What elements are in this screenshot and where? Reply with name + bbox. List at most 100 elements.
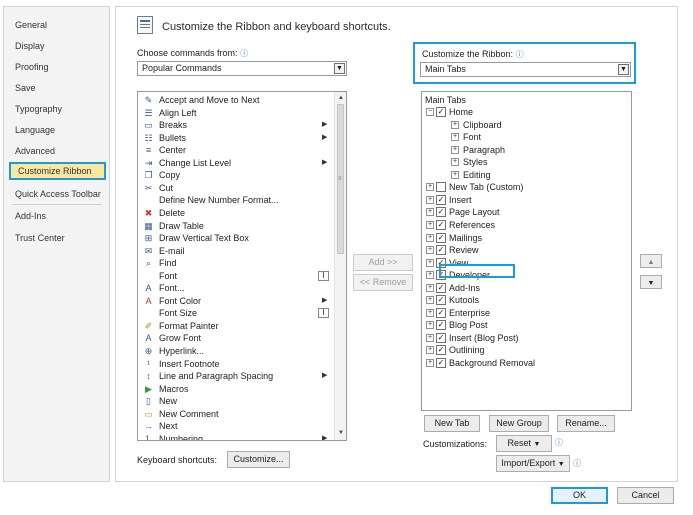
chevron-down-icon[interactable]: ▼ [334, 63, 345, 74]
command-item[interactable]: ✂ Cut [138, 182, 338, 195]
command-item[interactable]: ▯ New [138, 395, 338, 408]
sidebar-item-proofing[interactable]: Proofing [4, 58, 109, 76]
tree-item-new-tab-custom-[interactable]: + New Tab (Custom) [422, 181, 627, 194]
command-item[interactable]: ❐ Copy [138, 169, 338, 182]
command-item[interactable]: ⊞ Draw Vertical Text Box [138, 232, 338, 245]
expand-icon[interactable]: + [426, 308, 434, 317]
new-tab-button[interactable]: New Tab [424, 415, 480, 432]
tree-item-review[interactable]: + ✓ Review [422, 244, 627, 257]
tree-item-clipboard[interactable]: + Clipboard [422, 119, 627, 132]
expand-icon[interactable]: + [451, 120, 459, 129]
tab-checkbox[interactable]: ✓ [436, 282, 446, 293]
sidebar-item-language[interactable]: Language [4, 121, 109, 139]
tab-checkbox[interactable]: ✓ [436, 320, 446, 331]
scroll-up-icon[interactable]: ▲ [337, 94, 345, 103]
command-item[interactable]: ⌕ Find [138, 257, 338, 270]
command-item[interactable]: A Font Color ▶ [138, 295, 338, 308]
import-export-button[interactable]: Import/Export ▼ [496, 455, 570, 472]
sidebar-item-add-ins[interactable]: Add-Ins [4, 207, 109, 225]
tree-item-font[interactable]: + Font [422, 131, 627, 144]
expand-icon[interactable]: + [451, 170, 459, 179]
cancel-button[interactable]: Cancel [617, 487, 674, 504]
tab-checkbox[interactable] [436, 182, 446, 193]
command-item[interactable]: ¹ Insert Footnote [138, 358, 338, 371]
command-item[interactable]: Font I [138, 270, 338, 283]
tree-item-add-ins[interactable]: + ✓ Add-Ins [422, 282, 627, 295]
expand-icon[interactable]: + [426, 246, 434, 255]
command-item[interactable]: A Font... [138, 282, 338, 295]
expand-icon[interactable]: + [426, 333, 434, 342]
expand-icon[interactable]: + [451, 158, 459, 167]
move-up-button[interactable]: ▲ [640, 254, 662, 268]
scroll-down-icon[interactable]: ▼ [337, 429, 345, 438]
sidebar-item-trust-center[interactable]: Trust Center [4, 229, 109, 247]
expand-icon[interactable]: + [426, 346, 434, 355]
command-item[interactable]: ≡ Center [138, 144, 338, 157]
ok-button[interactable]: OK [551, 487, 608, 504]
tree-item-background-removal[interactable]: + ✓ Background Removal [422, 357, 627, 370]
command-item[interactable]: ▭ Breaks ▶ [138, 119, 338, 132]
tab-checkbox[interactable]: ✓ [436, 207, 446, 218]
expand-icon[interactable]: + [451, 145, 459, 154]
expand-icon[interactable]: + [426, 271, 434, 280]
add-button[interactable]: Add >> [353, 254, 413, 271]
move-down-button[interactable]: ▼ [640, 275, 662, 289]
tree-item-references[interactable]: + ✓ References [422, 219, 627, 232]
reset-button[interactable]: Reset ▼ [496, 435, 552, 452]
command-item[interactable]: ▶ Macros [138, 383, 338, 396]
command-item[interactable]: ⊕ Hyperlink... [138, 345, 338, 358]
tab-checkbox[interactable]: ✓ [436, 332, 446, 343]
command-item[interactable]: ✉ E-mail [138, 245, 338, 258]
tree-item-home[interactable]: − ✓ Home [422, 106, 627, 119]
sidebar-item-save[interactable]: Save [4, 79, 109, 97]
expand-icon[interactable]: + [426, 233, 434, 242]
command-item[interactable]: ✖ Delete [138, 207, 338, 220]
rename-button[interactable]: Rename... [557, 415, 615, 432]
command-item[interactable]: ↕ Line and Paragraph Spacing ▶ [138, 370, 338, 383]
command-item[interactable]: ▭ New Comment [138, 408, 338, 421]
expand-icon[interactable]: + [426, 208, 434, 217]
command-item[interactable]: Font Size I [138, 307, 338, 320]
tree-item-enterprise[interactable]: + ✓ Enterprise [422, 307, 627, 320]
tree-item-page-layout[interactable]: + ✓ Page Layout [422, 206, 627, 219]
tree-item-mailings[interactable]: + ✓ Mailings [422, 232, 627, 245]
command-item[interactable]: ▦ Draw Table [138, 220, 338, 233]
expand-icon[interactable]: + [426, 258, 434, 267]
commands-scrollbar[interactable]: ▲ ≡ ▼ [334, 92, 346, 440]
customize-ribbon-select[interactable]: Main Tabs ▼ [420, 62, 631, 77]
tree-item-kutools[interactable]: + ✓ Kutools [422, 294, 627, 307]
expand-icon[interactable]: + [426, 220, 434, 229]
sidebar-item-typography[interactable]: Typography [4, 100, 109, 118]
customize-shortcuts-button[interactable]: Customize... [227, 451, 290, 468]
sidebar-item-quick-access-toolbar[interactable]: Quick Access Toolbar [4, 185, 109, 203]
expand-icon[interactable]: + [426, 283, 434, 292]
tree-item-styles[interactable]: + Styles [422, 156, 627, 169]
tab-checkbox[interactable]: ✓ [436, 107, 446, 117]
sidebar-item-display[interactable]: Display [4, 37, 109, 55]
sidebar-item-advanced[interactable]: Advanced [4, 142, 109, 160]
tab-checkbox[interactable]: ✓ [436, 295, 446, 306]
expand-icon[interactable]: + [426, 359, 434, 367]
command-item[interactable]: A Grow Font [138, 332, 338, 345]
tab-checkbox[interactable]: ✓ [436, 345, 446, 356]
expand-icon[interactable]: + [426, 183, 434, 192]
tab-checkbox[interactable]: ✓ [436, 307, 446, 318]
tree-item-editing[interactable]: + Editing [422, 169, 627, 182]
expand-icon[interactable]: + [426, 195, 434, 204]
collapse-icon[interactable]: − [426, 108, 434, 116]
command-item[interactable]: ⒈ Numbering ▶ [138, 433, 338, 440]
tab-checkbox[interactable]: ✓ [436, 232, 446, 243]
command-item[interactable]: ☰ Align Left [138, 107, 338, 120]
new-group-button[interactable]: New Group [489, 415, 549, 432]
commands-list[interactable]: ✎ Accept and Move to Next ☰ Align Left ▭ Brea… [137, 91, 347, 441]
command-item[interactable]: ✐ Format Painter [138, 320, 338, 333]
chevron-down-icon[interactable]: ▼ [618, 64, 629, 75]
tab-checkbox[interactable]: ✓ [436, 194, 446, 205]
choose-commands-select[interactable]: Popular Commands ▼ [137, 61, 347, 76]
command-item[interactable]: Define New Number Format... [138, 194, 338, 207]
expand-icon[interactable]: + [426, 321, 434, 330]
expand-icon[interactable]: + [426, 296, 434, 305]
tree-item-blog-post[interactable]: + ✓ Blog Post [422, 319, 627, 332]
sidebar-item-customize-ribbon[interactable]: Customize Ribbon [9, 162, 106, 180]
command-item[interactable]: ⇥ Change List Level ▶ [138, 157, 338, 170]
